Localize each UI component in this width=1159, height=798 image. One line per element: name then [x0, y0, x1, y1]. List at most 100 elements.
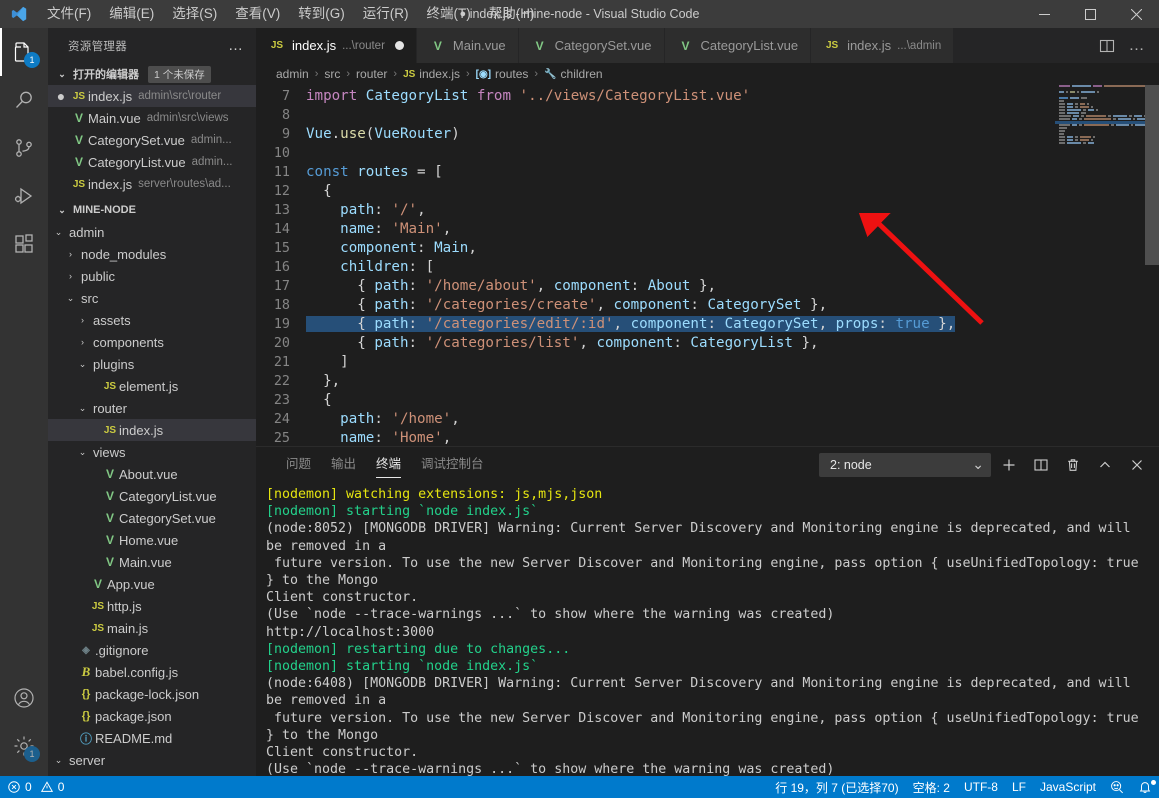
panel-tab-terminal[interactable]: 终端 — [366, 447, 411, 482]
code-line[interactable]: 11const routes = [ — [256, 163, 1055, 182]
terminal-selector[interactable]: 2: node ⌄ — [819, 453, 991, 477]
code-line[interactable]: 24 path: '/home', — [256, 410, 1055, 429]
tree-folder[interactable]: ⌄src — [48, 287, 256, 309]
code-line[interactable]: 22 }, — [256, 372, 1055, 391]
menu-run[interactable]: 运行(R) — [354, 0, 418, 28]
tree-folder[interactable]: ›assets — [48, 309, 256, 331]
tree-file[interactable]: ›VCategorySet.vue — [48, 507, 256, 529]
tree-file[interactable]: ›VMain.vue — [48, 551, 256, 573]
editor-tab[interactable]: VMain.vue — [417, 28, 519, 63]
menu-file[interactable]: 文件(F) — [38, 0, 100, 28]
code-line[interactable]: 19 { path: '/categories/edit/:id', compo… — [256, 315, 1055, 334]
tree-folder[interactable]: ›public — [48, 265, 256, 287]
terminal-output[interactable]: [nodemon] watching extensions: js,mjs,js… — [256, 482, 1159, 776]
project-root-header[interactable]: ⌄ MINE-NODE — [48, 199, 256, 221]
code-editor[interactable]: 7import CategoryList from '../views/Cate… — [256, 85, 1159, 446]
code-line[interactable]: 9Vue.use(VueRouter) — [256, 125, 1055, 144]
breadcrumb-item-children[interactable]: children — [561, 67, 603, 81]
tree-file[interactable]: ›VAbout.vue — [48, 463, 256, 485]
editor-tab[interactable]: JSindex.js...\router — [256, 28, 417, 63]
panel-tab-output[interactable]: 输出 — [321, 447, 366, 482]
code-line[interactable]: 16 children: [ — [256, 258, 1055, 277]
tree-folder[interactable]: ⌄server — [48, 749, 256, 771]
code-line[interactable]: 12 { — [256, 182, 1055, 201]
notifications-bell-icon[interactable] — [1131, 776, 1159, 798]
tree-file[interactable]: ›VApp.vue — [48, 573, 256, 595]
tree-folder[interactable]: ⌄views — [48, 441, 256, 463]
editor-tab[interactable]: JSindex.js...\admin — [811, 28, 954, 63]
code-line[interactable]: 17 { path: '/home/about', component: Abo… — [256, 277, 1055, 296]
source-control-icon[interactable] — [0, 124, 48, 172]
smiley-feedback-icon[interactable] — [1103, 776, 1131, 798]
maximize-panel-icon[interactable] — [1091, 451, 1119, 479]
tree-file[interactable]: ›{}package.json — [48, 705, 256, 727]
code-line[interactable]: 13 path: '/', — [256, 201, 1055, 220]
open-editor-item[interactable]: VCategoryList.vueadmin... — [48, 151, 256, 173]
tree-folder[interactable]: ›components — [48, 331, 256, 353]
close-button[interactable] — [1113, 0, 1159, 28]
sidebar-more-actions-icon[interactable]: … — [220, 37, 252, 54]
settings-gear-icon[interactable]: 1 — [0, 722, 48, 770]
tree-file[interactable]: ›JSindex.js — [48, 419, 256, 441]
menu-help[interactable]: 帮助(H) — [480, 0, 544, 28]
status-problems[interactable]: 0 0 — [0, 776, 71, 798]
code-line[interactable]: 18 { path: '/categories/create', compone… — [256, 296, 1055, 315]
breadcrumb-item-routes[interactable]: routes — [495, 67, 528, 81]
tree-file[interactable]: ›{}package-lock.json — [48, 683, 256, 705]
status-language-mode[interactable]: JavaScript — [1033, 776, 1103, 798]
breadcrumb-item-indexjs[interactable]: index.js — [419, 67, 460, 81]
split-editor-icon[interactable] — [1093, 28, 1121, 63]
open-editor-item[interactable]: ●JSindex.jsadmin\src\router — [48, 85, 256, 107]
tree-file[interactable]: ›ⓘREADME.md — [48, 727, 256, 749]
editor-more-actions-icon[interactable]: … — [1123, 28, 1151, 63]
maximize-button[interactable] — [1067, 0, 1113, 28]
status-cursor-position[interactable]: 行 19，列 7 (已选择70) — [768, 776, 905, 798]
close-panel-icon[interactable] — [1123, 451, 1151, 479]
minimize-button[interactable] — [1021, 0, 1067, 28]
menu-selection[interactable]: 选择(S) — [163, 0, 226, 28]
tree-folder[interactable]: ⌄admin — [48, 221, 256, 243]
menu-go[interactable]: 转到(G) — [289, 0, 354, 28]
status-indentation[interactable]: 空格: 2 — [906, 776, 957, 798]
open-editors-header[interactable]: ⌄ 打开的编辑器 1 个未保存 — [48, 63, 256, 85]
tree-file[interactable]: ›Bbabel.config.js — [48, 661, 256, 683]
editor-scrollbar-thumb[interactable] — [1145, 85, 1159, 265]
tree-file[interactable]: ›VHome.vue — [48, 529, 256, 551]
open-editor-item[interactable]: VCategorySet.vueadmin... — [48, 129, 256, 151]
breadcrumb-item-src[interactable]: src — [324, 67, 340, 81]
tree-folder[interactable]: ⌄plugins — [48, 353, 256, 375]
kill-terminal-icon[interactable] — [1059, 451, 1087, 479]
run-and-debug-icon[interactable] — [0, 172, 48, 220]
editor-tab[interactable]: VCategoryList.vue — [665, 28, 812, 63]
status-eol[interactable]: LF — [1005, 776, 1033, 798]
open-editor-item[interactable]: JSindex.jsserver\routes\ad... — [48, 173, 256, 195]
code-line[interactable]: 7import CategoryList from '../views/Cate… — [256, 87, 1055, 106]
open-editor-item[interactable]: VMain.vueadmin\src\views — [48, 107, 256, 129]
split-terminal-icon[interactable] — [1027, 451, 1055, 479]
new-terminal-icon[interactable] — [995, 451, 1023, 479]
code-line[interactable]: 10 — [256, 144, 1055, 163]
editor-tab[interactable]: VCategorySet.vue — [519, 28, 665, 63]
code-line[interactable]: 8 — [256, 106, 1055, 125]
menu-edit[interactable]: 编辑(E) — [100, 0, 163, 28]
menu-terminal[interactable]: 终端(T) — [418, 0, 480, 28]
code-line[interactable]: 14 name: 'Main', — [256, 220, 1055, 239]
tree-file[interactable]: ›◈.gitignore — [48, 639, 256, 661]
tree-file[interactable]: ›VCategoryList.vue — [48, 485, 256, 507]
status-encoding[interactable]: UTF-8 — [957, 776, 1005, 798]
code-line[interactable]: 25 name: 'Home', — [256, 429, 1055, 446]
menu-view[interactable]: 查看(V) — [226, 0, 289, 28]
files-explorer-icon[interactable]: 1 — [0, 28, 48, 76]
extensions-icon[interactable] — [0, 220, 48, 268]
panel-tab-problems[interactable]: 问题 — [276, 447, 321, 482]
tree-folder[interactable]: ›node_modules — [48, 243, 256, 265]
code-line[interactable]: 21 ] — [256, 353, 1055, 372]
code-content[interactable]: 7import CategoryList from '../views/Cate… — [256, 85, 1055, 446]
account-icon[interactable] — [0, 674, 48, 722]
minimap[interactable] — [1055, 85, 1159, 446]
tree-file[interactable]: ›JSmain.js — [48, 617, 256, 639]
breadcrumb-item-admin[interactable]: admin — [276, 67, 309, 81]
search-icon[interactable] — [0, 76, 48, 124]
breadcrumb-item-router[interactable]: router — [356, 67, 387, 81]
panel-tab-debug-console[interactable]: 调试控制台 — [411, 447, 494, 482]
